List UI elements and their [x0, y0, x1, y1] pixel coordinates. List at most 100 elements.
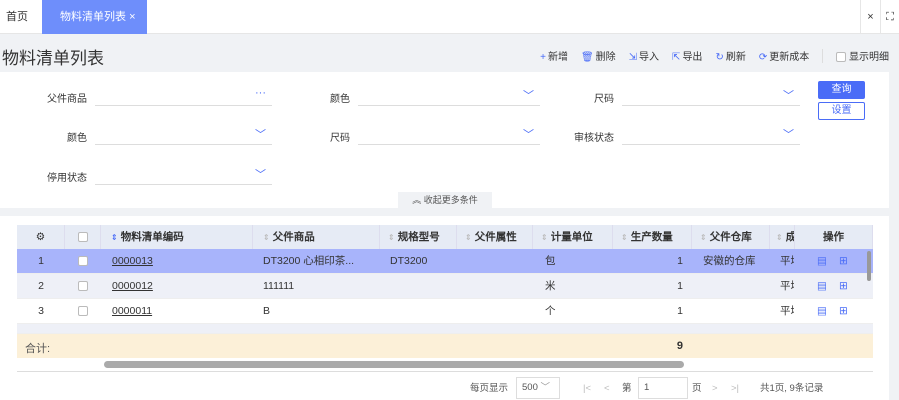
- import-button[interactable]: ⇲ 导入: [629, 48, 659, 63]
- first-page-icon[interactable]: |<: [583, 380, 591, 398]
- trash-icon: 🗑: [580, 52, 594, 63]
- refresh-label: 刷新: [725, 52, 746, 63]
- import-label: 导入: [639, 52, 660, 63]
- size-select[interactable]: ﹀: [622, 86, 800, 106]
- parent-goods-label: 父件商品: [47, 94, 87, 105]
- export-button[interactable]: ⇱ 导出: [672, 48, 702, 63]
- grid-icon[interactable]: ⊞: [839, 249, 848, 274]
- tab-bom-list[interactable]: 物料清单列表 ×: [42, 0, 147, 34]
- unit-cell: 个: [545, 305, 556, 317]
- import-icon: ⇲: [628, 52, 638, 63]
- header-label: 计量单位: [550, 231, 593, 243]
- table-row[interactable]: 1 0000013 DT3200 心相印茶... DT3200 包 1 安徽的仓库 平均 ▤ ⊞: [17, 249, 873, 274]
- column-settings-icon[interactable]: ⚙: [17, 225, 65, 249]
- chevron-down-icon: ﹀: [523, 129, 534, 141]
- header-label: 父件商品: [272, 231, 315, 243]
- header-label: 父件属性: [474, 231, 517, 243]
- add-label: 新增: [547, 52, 568, 63]
- close-all-icon[interactable]: ×: [860, 0, 880, 34]
- export-label: 导出: [682, 52, 703, 63]
- chevron-down-icon: ﹀: [255, 129, 266, 141]
- add-button[interactable]: + 新增: [540, 48, 568, 63]
- chevron-down-icon: ﹀: [255, 169, 266, 181]
- query-button[interactable]: 查询: [818, 81, 865, 99]
- bom-code-link[interactable]: 0000012: [112, 274, 252, 299]
- export-icon: ⇱: [672, 52, 681, 63]
- header-spec[interactable]: ⇕ 规格型号: [380, 225, 457, 249]
- close-tab-icon[interactable]: ×: [129, 11, 135, 23]
- attr-cell: [467, 299, 537, 324]
- delete-button[interactable]: 🗑 删除: [581, 48, 616, 63]
- bom-code-link[interactable]: 0000011: [112, 299, 252, 324]
- plus-icon: +: [540, 52, 546, 63]
- last-page-icon[interactable]: >|: [731, 380, 739, 398]
- qty-cell: 1: [677, 280, 683, 292]
- parent-goods-cell: DT3200 心相印茶...: [263, 255, 355, 267]
- header-label: 物料清单编码: [120, 231, 184, 243]
- header-parent[interactable]: ⇕ 父件商品: [253, 225, 380, 249]
- more-icon[interactable]: ···: [255, 87, 266, 99]
- row-checkbox[interactable]: [65, 299, 101, 324]
- show-detail-checkbox[interactable]: 显示明细: [836, 48, 889, 63]
- row-checkbox[interactable]: [65, 274, 101, 299]
- table-row[interactable]: 2 0000012 111111 米 1 平均 ▤ ⊞: [17, 274, 873, 299]
- grid-icon[interactable]: ⊞: [839, 274, 848, 299]
- header-attr[interactable]: ⇕ 父件属性: [457, 225, 533, 249]
- chevron-down-icon: ﹀: [523, 90, 534, 102]
- horizontal-scrollbar[interactable]: [104, 361, 684, 368]
- settings-button[interactable]: 设置: [818, 102, 865, 120]
- refresh-button[interactable]: ↻ 刷新: [715, 48, 745, 63]
- color-select[interactable]: ﹀: [358, 86, 540, 106]
- audit-status-label: 审核状态: [574, 133, 614, 144]
- summary-label: 合计:: [25, 343, 51, 355]
- cost-icon: ⟳: [758, 52, 768, 63]
- audit-status-select[interactable]: ﹀: [622, 125, 800, 145]
- bom-code-link[interactable]: 0000013: [112, 249, 252, 274]
- parent-goods-input[interactable]: ···: [95, 86, 272, 106]
- chevron-down-icon: ﹀: [783, 90, 794, 102]
- color-label-2: 颜色: [67, 133, 87, 144]
- disable-status-label: 停用状态: [47, 173, 87, 184]
- grid-icon[interactable]: ⊞: [839, 299, 848, 324]
- checkbox[interactable]: [836, 52, 847, 63]
- cut-cell: 平均: [780, 280, 794, 292]
- tab-home[interactable]: 首页: [6, 0, 28, 34]
- header-warehouse[interactable]: ⇕ 父件仓库: [692, 225, 770, 249]
- select-all-checkbox[interactable]: [65, 225, 101, 249]
- view-icon[interactable]: ▤: [817, 299, 827, 324]
- fullscreen-icon[interactable]: ⛶: [880, 0, 899, 34]
- prev-page-icon[interactable]: <: [604, 380, 610, 398]
- color-select-2[interactable]: ﹀: [95, 125, 272, 145]
- divider: [17, 371, 873, 372]
- header-actions: 操作: [795, 225, 873, 249]
- size-label: 尺码: [594, 94, 614, 105]
- update-cost-label: 更新成本: [769, 52, 810, 63]
- vertical-scrollbar[interactable]: [867, 251, 871, 281]
- update-cost-button[interactable]: ⟳ 更新成本: [759, 48, 809, 63]
- row-number: 2: [38, 280, 44, 292]
- view-icon[interactable]: ▤: [817, 249, 827, 274]
- refresh-icon: ↻: [715, 52, 724, 63]
- spec-cell: [390, 274, 460, 299]
- warehouse-cell: [702, 274, 777, 299]
- row-checkbox[interactable]: [65, 249, 101, 274]
- header-label: 父件仓库: [709, 231, 752, 243]
- attr-cell: [467, 249, 537, 274]
- header-label: 生产数量: [630, 231, 673, 243]
- spec-cell: DT3200: [390, 255, 428, 267]
- view-icon[interactable]: ▤: [817, 274, 827, 299]
- header-unit[interactable]: ⇕ 计量单位: [533, 225, 613, 249]
- chevron-down-icon: ﹀: [540, 382, 551, 393]
- page-input[interactable]: 1: [638, 377, 688, 399]
- next-page-icon[interactable]: >: [712, 380, 718, 398]
- collapse-filters-button[interactable]: ︽ 收起更多条件: [398, 192, 492, 208]
- header-qty[interactable]: ⇕ 生产数量: [613, 225, 692, 249]
- header-cut[interactable]: ⇕成: [770, 225, 795, 249]
- size-select-2[interactable]: ﹀: [358, 125, 540, 145]
- per-page-select[interactable]: 500 ﹀: [516, 377, 560, 399]
- color-label: 颜色: [330, 94, 350, 105]
- disable-status-select[interactable]: ﹀: [95, 165, 272, 185]
- header-code[interactable]: ⇕ 物料清单编码: [101, 225, 253, 249]
- table-row[interactable]: 3 0000011 B 个 1 平均 ▤ ⊞: [17, 299, 873, 324]
- row-number: 1: [38, 255, 44, 267]
